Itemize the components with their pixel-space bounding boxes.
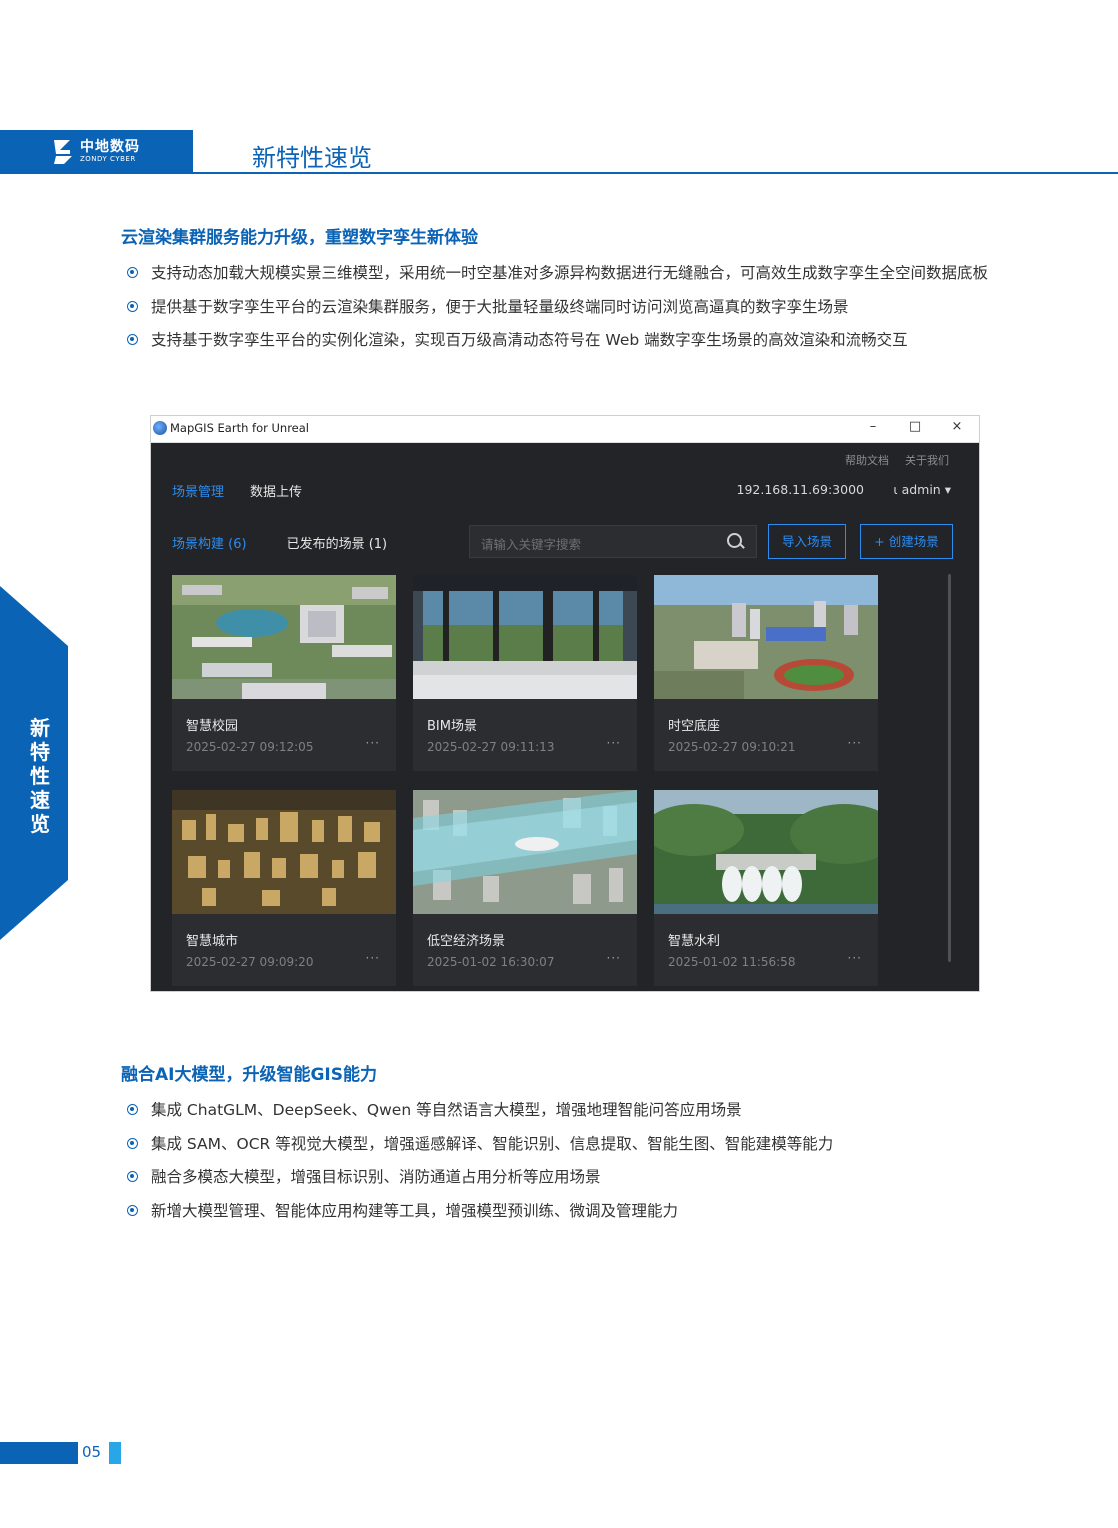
- user-menu[interactable]: ⍳ admin ▾: [893, 482, 951, 497]
- scene-name: BIM场景: [427, 719, 477, 734]
- more-options-icon[interactable]: ···: [607, 951, 621, 965]
- scene-thumbnail: [654, 790, 878, 914]
- about-link[interactable]: 关于我们: [905, 454, 949, 467]
- scene-name: 时空底座: [668, 719, 721, 734]
- create-scene-button[interactable]: + 创建场景: [860, 524, 953, 559]
- close-button[interactable]: ×: [947, 419, 967, 434]
- bullet-icon: [127, 1104, 138, 1115]
- import-scene-button[interactable]: 导入场景: [768, 524, 846, 559]
- bullet-text: 支持动态加载大规模实景三维模型，采用统一时空基准对多源异构数据进行无缝融合，可高…: [151, 264, 989, 282]
- search-icon[interactable]: [727, 533, 742, 548]
- more-options-icon[interactable]: ···: [848, 951, 862, 965]
- section-title: 融合AI大模型，升级智能GIS能力: [121, 1065, 378, 1085]
- sub-tabs: 场景构建 (6) 已发布的场景 (1): [172, 533, 427, 552]
- scene-card[interactable]: 智慧城市 2025-02-27 09:09:20 ···: [172, 790, 396, 986]
- scene-thumbnail: [172, 790, 396, 914]
- bullet-list: 集成 ChatGLM、DeepSeek、Qwen 等自然语言大模型，增强地理智能…: [127, 1094, 1027, 1228]
- bullet-text: 集成 SAM、OCR 等视觉大模型，增强遥感解译、智能识别、信息提取、智能生图、…: [151, 1134, 834, 1153]
- bullet-text: 新增大模型管理、智能体应用构建等工具，增强模型预训练、微调及管理能力: [151, 1201, 679, 1220]
- side-tab-label: 新 特 性 速 览: [26, 716, 54, 836]
- scene-card[interactable]: 时空底座 2025-02-27 09:10:21 ···: [654, 575, 878, 771]
- company-logo: 中地数码 ZONDY CYBER: [52, 136, 140, 166]
- page-number: 05: [82, 1443, 102, 1461]
- user-name: admin: [901, 482, 941, 497]
- scene-card[interactable]: BIM场景 2025-02-27 09:11:13 ···: [413, 575, 637, 771]
- scene-card[interactable]: 低空经济场景 2025-01-02 16:30:07 ···: [413, 790, 637, 986]
- window-title: MapGIS Earth for Unreal: [170, 421, 309, 435]
- more-options-icon[interactable]: ···: [607, 736, 621, 750]
- maximize-button[interactable]: □: [905, 419, 925, 434]
- scene-date: 2025-01-02 11:56:58: [668, 955, 796, 969]
- window-titlebar: MapGIS Earth for Unreal – □ ×: [151, 416, 979, 443]
- app-window: MapGIS Earth for Unreal – □ × 帮助文档 关于我们 场…: [151, 416, 979, 991]
- bullet-icon: [127, 1137, 138, 1149]
- scene-thumbnail: [172, 575, 396, 699]
- bullet-list: 支持动态加载大规模实景三维模型，采用统一时空基准对多源异构数据进行无缝融合，可高…: [127, 257, 1027, 358]
- side-char: 新: [30, 716, 50, 740]
- list-item: 支持基于数字孪生平台的实例化渲染，实现百万级高清动态符号在 Web 端数字孪生场…: [127, 324, 1027, 358]
- top-links: 帮助文档 关于我们: [829, 452, 949, 468]
- user-icon: ⍳: [893, 482, 898, 497]
- server-address: 192.168.11.69:3000: [736, 482, 864, 497]
- bullet-icon: [127, 334, 138, 345]
- logo-en-text: ZONDY CYBER: [80, 154, 136, 163]
- scene-name: 智慧城市: [186, 934, 239, 949]
- main-nav: 场景管理 数据上传: [172, 481, 328, 500]
- search-placeholder: 请输入关键字搜索: [481, 537, 582, 552]
- search-input[interactable]: 请输入关键字搜索: [469, 525, 757, 558]
- list-item: 支持动态加载大规模实景三维模型，采用统一时空基准对多源异构数据进行无缝融合，可高…: [127, 257, 1027, 291]
- bullet-text: 融合多模态大模型，增强目标识别、消防通道占用分析等应用场景: [151, 1168, 601, 1186]
- bullet-icon: [127, 1204, 138, 1216]
- footer-mark: [109, 1442, 121, 1464]
- scene-name: 智慧水利: [668, 934, 721, 949]
- scrollbar[interactable]: [948, 574, 951, 962]
- tab-scene-build[interactable]: 场景构建 (6): [172, 537, 247, 552]
- scene-date: 2025-02-27 09:12:05: [186, 740, 314, 754]
- scene-name: 智慧校园: [186, 719, 239, 734]
- bullet-text: 提供基于数字孪生平台的云渲染集群服务，便于大批量轻量级终端同时访问浏览高逼真的数…: [151, 297, 849, 316]
- side-char: 特: [30, 740, 50, 764]
- side-char: 速: [30, 788, 50, 812]
- side-char: 性: [30, 764, 50, 788]
- list-item: 集成 SAM、OCR 等视觉大模型，增强遥感解译、智能识别、信息提取、智能生图、…: [127, 1128, 1027, 1162]
- help-docs-link[interactable]: 帮助文档: [845, 454, 889, 467]
- more-options-icon[interactable]: ···: [848, 736, 862, 750]
- scene-thumbnail: [654, 575, 878, 699]
- more-options-icon[interactable]: ···: [366, 736, 380, 750]
- side-char: 览: [30, 812, 50, 836]
- minimize-button[interactable]: –: [863, 419, 883, 434]
- globe-icon: [153, 421, 167, 435]
- scene-thumbnail: [413, 575, 637, 699]
- bullet-text: 集成 ChatGLM、DeepSeek、Qwen 等自然语言大模型，增强地理智能…: [151, 1101, 742, 1119]
- scene-card[interactable]: 智慧水利 2025-01-02 11:56:58 ···: [654, 790, 878, 986]
- scene-thumbnail: [413, 790, 637, 914]
- chevron-down-icon: ▾: [944, 482, 951, 497]
- tab-scene-management[interactable]: 场景管理: [172, 485, 224, 500]
- tab-published-scenes[interactable]: 已发布的场景 (1): [287, 537, 388, 552]
- bullet-icon: [127, 267, 138, 278]
- list-item: 集成 ChatGLM、DeepSeek、Qwen 等自然语言大模型，增强地理智能…: [127, 1094, 1027, 1128]
- footer-bar: [0, 1442, 78, 1464]
- scene-card[interactable]: 智慧校园 2025-02-27 09:12:05 ···: [172, 575, 396, 771]
- scene-date: 2025-02-27 09:09:20: [186, 955, 314, 969]
- bullet-text: 支持基于数字孪生平台的实例化渲染，实现百万级高清动态符号在 Web 端数字孪生场…: [151, 331, 908, 349]
- tab-data-upload[interactable]: 数据上传: [250, 485, 302, 500]
- list-item: 融合多模态大模型，增强目标识别、消防通道占用分析等应用场景: [127, 1161, 1027, 1195]
- logo-mark-icon: [52, 136, 74, 166]
- bullet-icon: [127, 1171, 138, 1182]
- list-item: 新增大模型管理、智能体应用构建等工具，增强模型预训练、微调及管理能力: [127, 1195, 1027, 1229]
- page-title: 新特性速览: [252, 144, 372, 172]
- section-title: 云渲染集群服务能力升级，重塑数字孪生新体验: [121, 228, 478, 248]
- logo-cn-text: 中地数码: [80, 138, 140, 155]
- list-item: 提供基于数字孪生平台的云渲染集群服务，便于大批量轻量级终端同时访问浏览高逼真的数…: [127, 291, 1027, 325]
- more-options-icon[interactable]: ···: [366, 951, 380, 965]
- scene-date: 2025-01-02 16:30:07: [427, 955, 555, 969]
- scene-name: 低空经济场景: [427, 934, 506, 949]
- scene-date: 2025-02-27 09:11:13: [427, 740, 555, 754]
- bullet-icon: [127, 300, 138, 312]
- scene-date: 2025-02-27 09:10:21: [668, 740, 796, 754]
